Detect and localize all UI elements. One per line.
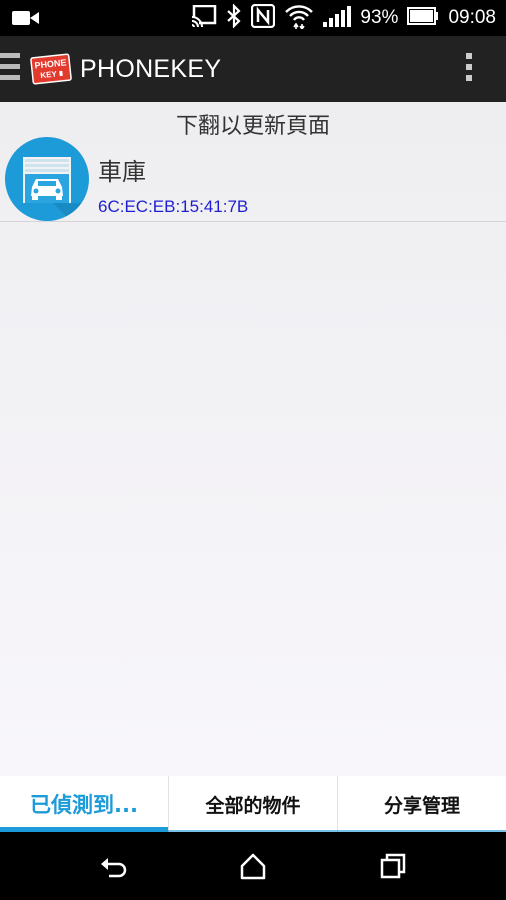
status-bar: 93% 09:08	[0, 0, 506, 36]
tab-all-items[interactable]: 全部的物件	[168, 776, 337, 832]
cast-icon	[191, 4, 217, 31]
app-bar: PHONE KEY PHONEKEY	[0, 36, 506, 102]
back-icon[interactable]	[97, 850, 129, 882]
drawer-menu-icon[interactable]	[0, 53, 22, 85]
app-title: PHONEKEY	[80, 55, 222, 83]
battery-percent: 93%	[360, 7, 399, 28]
device-mac-address: 6C:EC:EB:15:41:7B	[98, 197, 249, 216]
video-camera-icon	[12, 9, 40, 31]
tab-share-management[interactable]: 分享管理	[337, 776, 506, 832]
signal-icon	[323, 5, 352, 31]
logo-text-bottom: KEY	[40, 69, 58, 80]
bottom-tab-bar: 已偵測到... 全部的物件 分享管理	[0, 776, 506, 832]
device-list-area[interactable]: 下翻以更新頁面 車庫 6C:EC:EB:15:41:7B	[0, 102, 506, 776]
system-nav-bar	[0, 832, 506, 900]
nfc-icon	[251, 3, 276, 32]
device-name: 車庫	[98, 158, 146, 186]
home-icon[interactable]	[237, 850, 269, 882]
wifi-icon	[284, 3, 314, 33]
battery-icon	[407, 7, 439, 29]
garage-car-icon	[5, 137, 89, 221]
recents-icon[interactable]	[377, 850, 409, 882]
overflow-menu-icon[interactable]	[466, 53, 472, 85]
tab-detected[interactable]: 已偵測到...	[0, 776, 168, 832]
app-logo[interactable]: PHONE KEY	[30, 53, 72, 85]
bluetooth-icon	[226, 3, 242, 32]
device-list-item[interactable]: 車庫 6C:EC:EB:15:41:7B	[0, 136, 506, 222]
clock: 09:08	[448, 7, 496, 28]
